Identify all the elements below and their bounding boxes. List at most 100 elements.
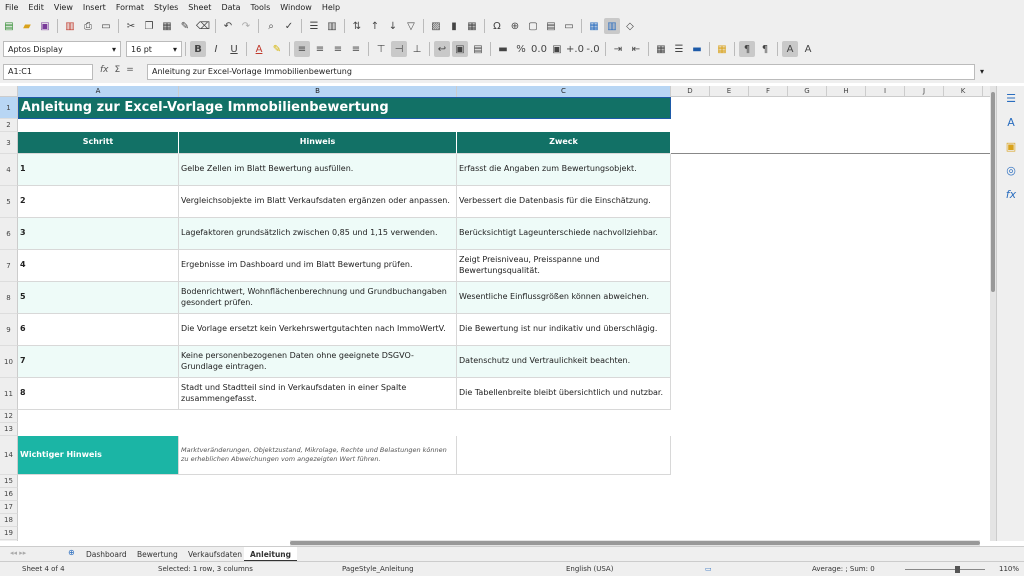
column-header-g[interactable]: G bbox=[788, 86, 827, 97]
purpose-cell[interactable]: Die Bewertung ist nur indikativ und über… bbox=[457, 314, 671, 346]
row-header-7[interactable]: 7 bbox=[0, 250, 18, 282]
delete-decimal-icon[interactable]: -.0 bbox=[585, 41, 601, 57]
save-icon[interactable]: ▣ bbox=[37, 18, 53, 34]
column-header-e[interactable]: E bbox=[710, 86, 749, 97]
hint-cell[interactable]: Gelbe Zellen im Blatt Bewertung ausfülle… bbox=[179, 154, 457, 186]
row-header-11[interactable]: 11 bbox=[0, 378, 18, 410]
column-header-d[interactable]: D bbox=[671, 86, 710, 97]
row-header-13[interactable]: 13 bbox=[0, 423, 18, 436]
unmerge-icon[interactable]: ▤ bbox=[470, 41, 486, 57]
show-draw-functions-icon[interactable]: ◇ bbox=[622, 18, 638, 34]
text-top-to-bottom-icon[interactable]: A bbox=[800, 41, 816, 57]
step-cell[interactable]: 4 bbox=[18, 250, 179, 282]
hint-cell[interactable]: Keine personenbezogenen Daten ohne geeig… bbox=[179, 346, 457, 378]
row-header-1[interactable]: 1 bbox=[0, 97, 18, 119]
copy-icon[interactable]: ❐ bbox=[141, 18, 157, 34]
row-header-14[interactable]: 14 bbox=[0, 436, 18, 475]
name-box[interactable]: A1:C1 bbox=[3, 64, 93, 80]
print-icon[interactable]: ⎙ bbox=[80, 18, 96, 34]
sort-ascending-icon[interactable]: ↑ bbox=[367, 18, 383, 34]
step-cell[interactable]: 8 bbox=[18, 378, 179, 410]
menu-item-insert[interactable]: Insert bbox=[78, 3, 111, 12]
export-pdf-icon[interactable]: ▥ bbox=[62, 18, 78, 34]
new-icon[interactable]: ▤ bbox=[1, 18, 17, 34]
purpose-cell[interactable]: Berücksichtigt Lageunterschiede nachvoll… bbox=[457, 218, 671, 250]
find-replace-icon[interactable]: ⌕ bbox=[263, 18, 279, 34]
formula-icon[interactable]: = bbox=[126, 65, 134, 75]
sum-icon[interactable]: Σ bbox=[115, 65, 121, 75]
column-header-i[interactable]: I bbox=[866, 86, 905, 97]
hint-cell[interactable]: Die Vorlage ersetzt kein Verkehrswertgut… bbox=[179, 314, 457, 346]
comment-icon[interactable]: ▢ bbox=[525, 18, 541, 34]
row-header-3[interactable]: 3 bbox=[0, 132, 18, 154]
purpose-cell[interactable]: Datenschutz und Vertraulichkeit beachten… bbox=[457, 346, 671, 378]
purpose-cell[interactable]: Erfasst die Angaben zum Bewertungsobjekt… bbox=[457, 154, 671, 186]
vertical-scroll-thumb[interactable] bbox=[991, 92, 995, 292]
properties-icon[interactable]: ☰ bbox=[997, 86, 1024, 110]
functions-icon[interactable]: fx bbox=[997, 182, 1024, 206]
navigator-icon[interactable]: ◎ bbox=[997, 158, 1024, 182]
column-header-h[interactable]: H bbox=[827, 86, 866, 97]
hint-cell[interactable]: Stadt und Stadtteil sind in Verkaufsdate… bbox=[179, 378, 457, 410]
sheet-tab-bewertung[interactable]: Bewertung bbox=[131, 547, 184, 562]
menu-item-tools[interactable]: Tools bbox=[246, 3, 276, 12]
date-format-icon[interactable]: ▣ bbox=[549, 41, 565, 57]
header-cell-schritt[interactable]: Schritt bbox=[18, 132, 179, 154]
autofilter-icon[interactable]: ▽ bbox=[403, 18, 419, 34]
step-cell[interactable]: 6 bbox=[18, 314, 179, 346]
number-format-icon[interactable]: 0.0 bbox=[531, 41, 547, 57]
italic-icon[interactable]: I bbox=[208, 41, 224, 57]
align-left-icon[interactable]: ≡ bbox=[294, 41, 310, 57]
select-all-corner[interactable] bbox=[0, 86, 18, 97]
cut-icon[interactable]: ✂ bbox=[123, 18, 139, 34]
hyperlink-icon[interactable]: ⊕ bbox=[507, 18, 523, 34]
define-print-area-icon[interactable]: ▭ bbox=[561, 18, 577, 34]
purpose-cell[interactable]: Verbessert die Datenbasis für die Einsch… bbox=[457, 186, 671, 218]
header-cell-zweck[interactable]: Zweck bbox=[457, 132, 671, 154]
warning-text-cell[interactable]: Marktveränderungen, Objektzustand, Mikro… bbox=[179, 436, 457, 475]
highlight-color-icon[interactable]: ✎ bbox=[269, 41, 285, 57]
step-cell[interactable]: 7 bbox=[18, 346, 179, 378]
headers-footers-icon[interactable]: ▤ bbox=[543, 18, 559, 34]
hint-cell[interactable]: Lagefaktoren grundsätzlich zwischen 0,85… bbox=[179, 218, 457, 250]
font-name-select[interactable]: Aptos Display ▾ bbox=[3, 41, 121, 57]
special-character-icon[interactable]: Ω bbox=[489, 18, 505, 34]
menu-item-file[interactable]: File bbox=[0, 3, 23, 12]
header-cell-hinweis[interactable]: Hinweis bbox=[179, 132, 457, 154]
row-header-15[interactable]: 15 bbox=[0, 475, 18, 488]
row-header-4[interactable]: 4 bbox=[0, 154, 18, 186]
sheet-tab-dashboard[interactable]: Dashboard bbox=[80, 547, 133, 562]
row-header-8[interactable]: 8 bbox=[0, 282, 18, 314]
paste-icon[interactable]: ▦ bbox=[159, 18, 175, 34]
selection-mode-icon[interactable]: ▭ bbox=[705, 565, 712, 573]
step-cell[interactable]: 2 bbox=[18, 186, 179, 218]
align-top-icon[interactable]: ⊤ bbox=[373, 41, 389, 57]
sort-descending-icon[interactable]: ↓ bbox=[385, 18, 401, 34]
expand-formula-icon[interactable]: ▾ bbox=[980, 67, 984, 76]
row-header-10[interactable]: 10 bbox=[0, 346, 18, 378]
chart-icon[interactable]: ▮ bbox=[446, 18, 462, 34]
conditional-format-icon[interactable]: ▦ bbox=[714, 41, 730, 57]
sort-icon[interactable]: ⇅ bbox=[349, 18, 365, 34]
align-right-icon[interactable]: ≡ bbox=[330, 41, 346, 57]
sheet-tab-verkaufsdaten[interactable]: Verkaufsdaten bbox=[182, 547, 248, 562]
border-color-icon[interactable]: ▬ bbox=[689, 41, 705, 57]
tab-scroll-icon[interactable]: ◂◂ ▸▸ bbox=[10, 549, 26, 557]
menu-item-format[interactable]: Format bbox=[111, 3, 149, 12]
redo-icon[interactable]: ↷ bbox=[238, 18, 254, 34]
menu-item-edit[interactable]: Edit bbox=[23, 3, 49, 12]
horizontal-scroll-thumb[interactable] bbox=[290, 541, 980, 545]
justify-icon[interactable]: ≡ bbox=[348, 41, 364, 57]
text-direction-ltr-icon[interactable]: ¶ bbox=[739, 41, 755, 57]
status-zoom[interactable]: 110% bbox=[999, 565, 1019, 573]
add-sheet-icon[interactable]: ⊕ bbox=[68, 548, 75, 557]
row-header-2[interactable]: 2 bbox=[0, 119, 18, 132]
hint-cell[interactable]: Ergebnisse im Dashboard und im Blatt Bew… bbox=[179, 250, 457, 282]
freeze-rows-columns-icon[interactable]: ▦ bbox=[586, 18, 602, 34]
row-header-6[interactable]: 6 bbox=[0, 218, 18, 250]
step-cell[interactable]: 5 bbox=[18, 282, 179, 314]
menu-item-sheet[interactable]: Sheet bbox=[183, 3, 216, 12]
bold-icon[interactable]: B bbox=[190, 41, 206, 57]
wrap-text-icon[interactable]: ↩ bbox=[434, 41, 450, 57]
zoom-slider[interactable] bbox=[905, 569, 985, 570]
